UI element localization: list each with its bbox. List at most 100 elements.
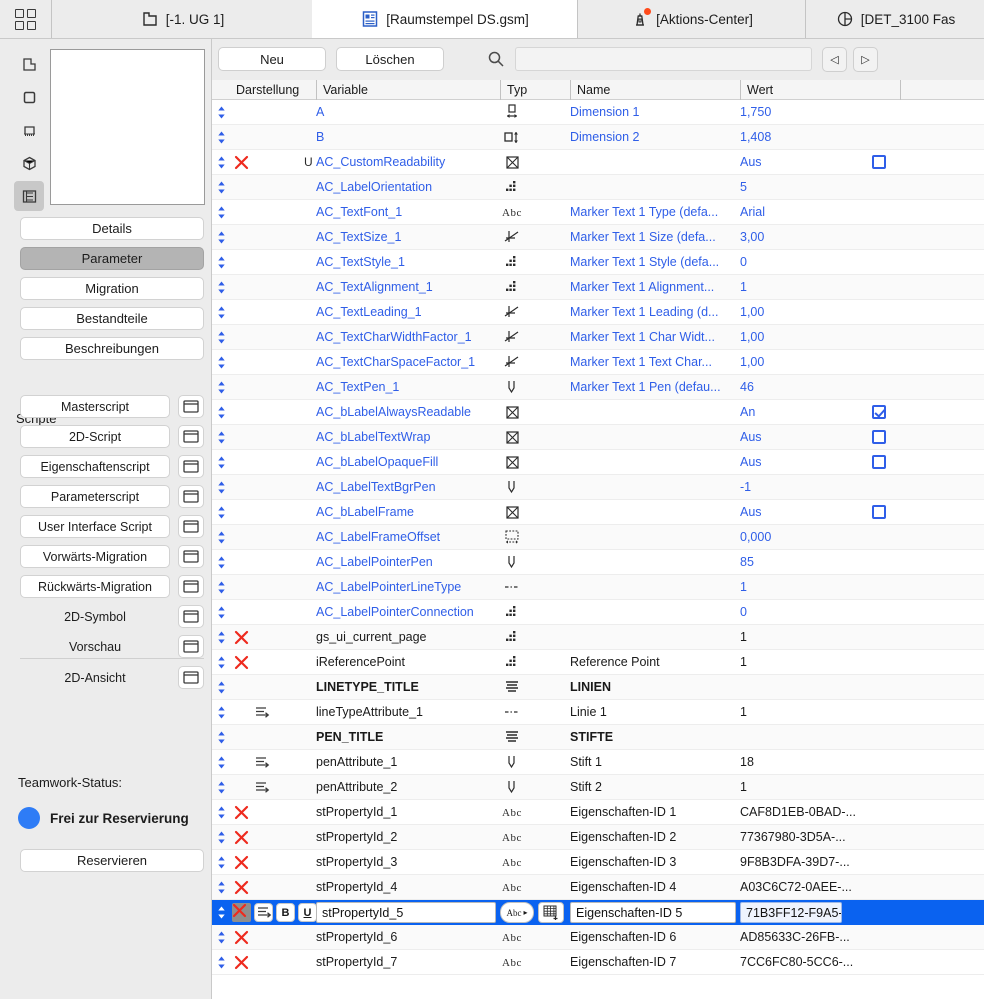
row-sort-handle[interactable] [217, 506, 226, 519]
row-sort-handle[interactable] [217, 406, 226, 419]
table-row[interactable]: AC_LabelPointerConnection 0 [212, 600, 984, 625]
table-row[interactable]: PEN_TITLE STIFTE [212, 725, 984, 750]
attribute-link-icon[interactable] [254, 705, 270, 720]
row-sort-handle[interactable] [217, 181, 226, 194]
tab-object-editor[interactable]: [Raumstempel DS.gsm] [312, 0, 577, 38]
table-row[interactable]: iReferencePoint Reference Point 1 [212, 650, 984, 675]
script-row-parameterscript[interactable]: Parameterscript [20, 485, 204, 508]
row-sort-handle[interactable] [217, 256, 226, 269]
type-selector-dropdown[interactable]: Abc ▸ [500, 902, 534, 923]
script-row-user-interface-script[interactable]: User Interface Script [20, 515, 204, 538]
bold-button[interactable]: B [276, 903, 295, 922]
window-icon[interactable] [178, 455, 204, 478]
delete-x-icon[interactable] [234, 830, 249, 845]
row-sort-handle[interactable] [217, 231, 226, 244]
rail-item-elevation[interactable] [14, 115, 44, 145]
row-sort-handle[interactable] [217, 431, 226, 444]
table-row[interactable]: AC_LabelOrientation 5 [212, 175, 984, 200]
script-rueckwaerts-migration-label[interactable]: Rückwärts-Migration [20, 575, 170, 598]
script-row-vorwaerts-migration[interactable]: Vorwärts-Migration [20, 545, 204, 568]
window-icon[interactable] [178, 666, 204, 689]
table-row[interactable]: AC_TextLeading_1 Marker Text 1 Leading (d… [212, 300, 984, 325]
cell-checkbox[interactable] [872, 505, 886, 519]
table-row[interactable]: AC_bLabelFrame Aus [212, 500, 984, 525]
script-row-rueckwaerts-migration[interactable]: Rückwärts-Migration [20, 575, 204, 598]
search-input[interactable] [515, 47, 812, 71]
window-icon[interactable] [178, 575, 204, 598]
table-row[interactable]: stPropertyId_6 Abc Eigenschaften-ID 6 AD856… [212, 925, 984, 950]
table-row[interactable]: stPropertyId_7 Abc Eigenschaften-ID 7 7CC6F… [212, 950, 984, 975]
table-row[interactable]: AC_bLabelTextWrap Aus [212, 425, 984, 450]
row-sort-handle[interactable] [217, 331, 226, 344]
column-header-name[interactable]: Name [570, 80, 740, 100]
delete-x-icon[interactable] [234, 655, 249, 670]
row-sort-handle[interactable] [217, 581, 226, 594]
table-row[interactable]: AC_TextCharSpaceFactor_1 Marker Text 1 Te… [212, 350, 984, 375]
window-icon[interactable] [178, 605, 204, 628]
window-icon[interactable] [178, 515, 204, 538]
variable-name-input[interactable]: stPropertyId_5 [316, 902, 496, 923]
script-eigenschaftenscript-label[interactable]: Eigenschaftenscript [20, 455, 170, 478]
delete-x-icon[interactable] [234, 155, 249, 170]
attribute-link-button[interactable] [254, 903, 273, 922]
delete-x-icon[interactable] [232, 903, 251, 922]
script-vorwaerts-migration-label[interactable]: Vorwärts-Migration [20, 545, 170, 568]
cell-checkbox[interactable] [872, 405, 886, 419]
table-row[interactable]: AC_LabelFrameOffset 0,000 [212, 525, 984, 550]
column-header-variable[interactable]: Variable [316, 80, 500, 100]
rail-item-section[interactable] [14, 82, 44, 112]
window-icon[interactable] [178, 545, 204, 568]
row-sort-handle[interactable] [217, 206, 226, 219]
row-sort-handle[interactable] [217, 481, 226, 494]
tab-overview-button[interactable] [0, 0, 52, 38]
script-row-2d-ansicht[interactable]: 2D-Ansicht [20, 666, 204, 689]
sidebar-item-bestandteile[interactable]: Bestandteile [20, 307, 204, 330]
table-row[interactable]: B Dimension 2 1,408 [212, 125, 984, 150]
script-masterscript-label[interactable]: Masterscript [20, 395, 170, 418]
table-row[interactable]: AC_TextSize_1 Marker Text 1 Size (defa...… [212, 225, 984, 250]
row-sort-handle[interactable] [217, 531, 226, 544]
tab-action-center[interactable]: [Aktions-Center] [577, 0, 805, 38]
script-2d-ansicht-label[interactable]: 2D-Ansicht [20, 666, 170, 689]
reserve-button[interactable]: Reservieren [20, 849, 204, 872]
row-sort-handle[interactable] [217, 756, 226, 769]
column-header-typ[interactable]: Typ [500, 80, 570, 100]
table-row[interactable]: lineTypeAttribute_1 Linie 1 1 [212, 700, 984, 725]
script-row-2d-symbol[interactable]: 2D-Symbol [20, 605, 204, 628]
row-sort-handle[interactable] [217, 931, 226, 944]
array-editor-button[interactable] [538, 902, 564, 923]
column-header-wert[interactable]: Wert [740, 80, 900, 100]
window-icon[interactable] [178, 485, 204, 508]
table-row[interactable]: AC_LabelTextBgrPen -1 [212, 475, 984, 500]
delete-x-icon[interactable] [234, 930, 249, 945]
script-user-interface-script-label[interactable]: User Interface Script [20, 515, 170, 538]
row-sort-handle[interactable] [217, 106, 226, 119]
table-row[interactable]: stPropertyId_4 Abc Eigenschaften-ID 4 A03C6… [212, 875, 984, 900]
sidebar-item-parameter[interactable]: Parameter [20, 247, 204, 270]
previous-button[interactable]: ◁ [822, 47, 847, 72]
tab-floorplan[interactable]: [-1. UG 1] [52, 0, 312, 38]
row-sort-handle[interactable] [217, 656, 226, 669]
row-sort-handle[interactable] [217, 306, 226, 319]
table-row[interactable]: gs_ui_current_page 1 [212, 625, 984, 650]
table-row[interactable]: AC_TextFont_1 Abc Marker Text 1 Type (defa… [212, 200, 984, 225]
row-sort-handle[interactable] [217, 631, 226, 644]
row-sort-handle[interactable] [217, 806, 226, 819]
row-sort-handle[interactable] [217, 381, 226, 394]
cell-checkbox[interactable] [872, 430, 886, 444]
table-row[interactable]: AC_bLabelAlwaysReadable An [212, 400, 984, 425]
script-vorschau-label[interactable]: Vorschau [20, 635, 170, 658]
table-row[interactable]: AC_TextPen_1 Marker Text 1 Pen (defau... 4… [212, 375, 984, 400]
window-icon[interactable] [178, 425, 204, 448]
parameter-name-input[interactable]: Eigenschaften-ID 5 [570, 902, 736, 923]
underline-button[interactable]: U [298, 903, 317, 922]
row-sort-handle[interactable] [217, 131, 226, 144]
row-sort-handle[interactable] [217, 556, 226, 569]
table-row[interactable]: AC_TextAlignment_1 Marker Text 1 Alignmen… [212, 275, 984, 300]
table-row[interactable]: AC_bLabelOpaqueFill Aus [212, 450, 984, 475]
script-row-2d-script[interactable]: 2D-Script [20, 425, 204, 448]
table-row[interactable]: stPropertyId_1 Abc Eigenschaften-ID 1 CAF8D… [212, 800, 984, 825]
delete-x-icon[interactable] [234, 880, 249, 895]
table-row[interactable]: penAttribute_2 Stift 2 1 [212, 775, 984, 800]
table-row[interactable]: AC_LabelPointerLineType 1 [212, 575, 984, 600]
